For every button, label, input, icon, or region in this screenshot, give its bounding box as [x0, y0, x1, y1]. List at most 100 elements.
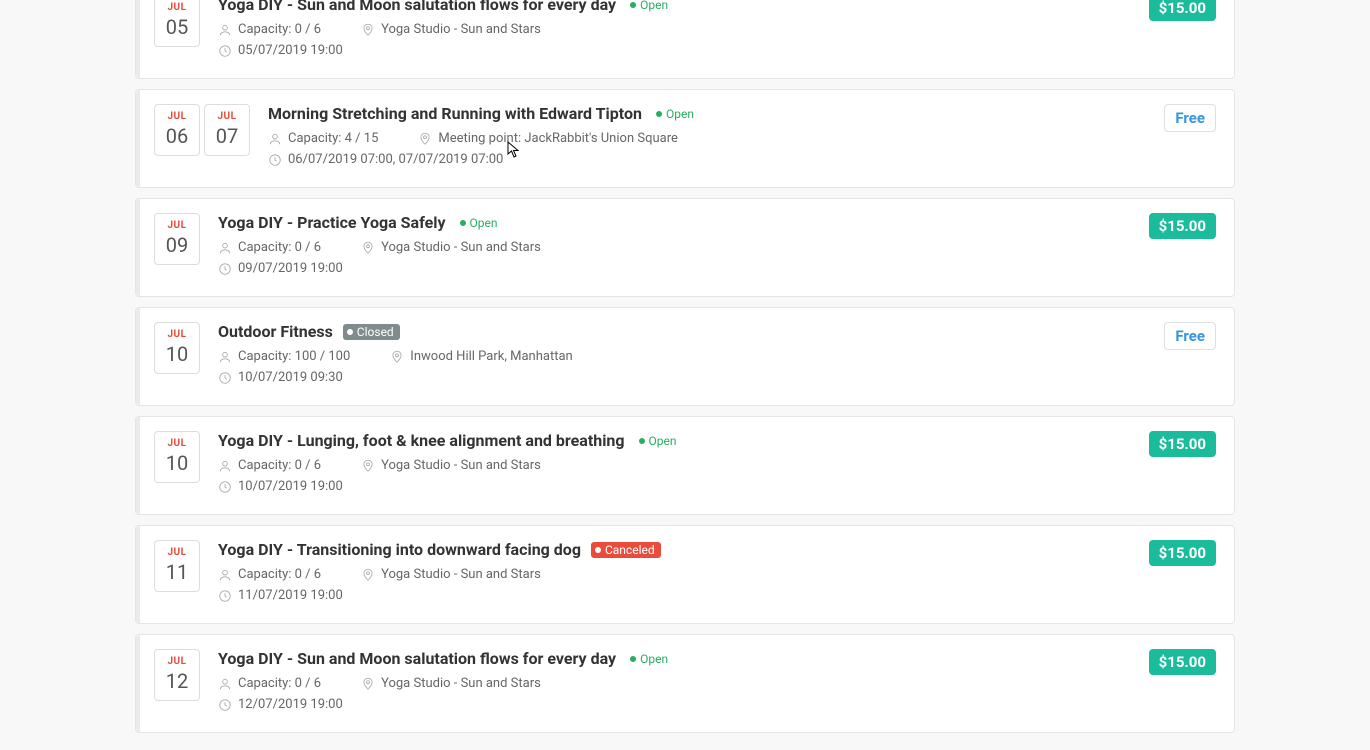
event-title[interactable]: Yoga DIY - Practice Yoga Safely	[218, 213, 446, 232]
event-card[interactable]: JUL12Yoga DIY - Sun and Moon salutation …	[135, 634, 1235, 733]
datetime: 10/07/2019 19:00	[218, 479, 343, 494]
person-icon	[218, 568, 232, 582]
datetime-text: 05/07/2019 19:00	[238, 43, 343, 58]
capacity: Capacity: 0 / 6	[218, 240, 321, 255]
date-month: JUL	[205, 105, 249, 122]
price-column: $15.00	[1149, 0, 1216, 64]
capacity: Capacity: 0 / 6	[218, 22, 321, 37]
date-day: 06	[155, 122, 199, 150]
location-text: Yoga Studio - Sun and Stars	[381, 567, 541, 582]
datetime: 06/07/2019 07:00, 07/07/2019 07:00	[268, 152, 503, 167]
price-column: $15.00	[1149, 431, 1216, 500]
event-title[interactable]: Outdoor Fitness	[218, 322, 333, 341]
event-title[interactable]: Yoga DIY - Sun and Moon salutation flows…	[218, 649, 616, 668]
person-icon	[218, 459, 232, 473]
location-icon	[390, 350, 404, 364]
datetime: 10/07/2019 09:30	[218, 370, 343, 385]
event-title[interactable]: Yoga DIY - Transitioning into downward f…	[218, 540, 581, 559]
person-icon	[218, 350, 232, 364]
event-body: Yoga DIY - Practice Yoga SafelyOpen Capac…	[218, 213, 1149, 282]
capacity: Capacity: 4 / 15	[268, 131, 378, 146]
event-card[interactable]: JUL11 Yoga DIY - Transitioning into downw…	[135, 525, 1235, 624]
date-month: JUL	[155, 323, 199, 340]
title-row: Outdoor Fitness Closed	[218, 322, 1164, 341]
event-card[interactable]: JUL10Outdoor FitnessClosedCapacity: 100 …	[135, 307, 1235, 406]
meta-row: 10/07/2019 09:30	[218, 370, 1164, 385]
event-card[interactable]: JUL05 Yoga DIY - Sun and Moon salutation …	[135, 0, 1235, 79]
meta-row: 09/07/2019 19:00	[218, 261, 1149, 276]
date-column: JUL05	[154, 0, 200, 64]
price-badge[interactable]: $15.00	[1149, 213, 1216, 239]
date-month: JUL	[155, 650, 199, 667]
location-icon	[418, 132, 432, 146]
price-column: $15.00	[1149, 649, 1216, 718]
location-text: Yoga Studio - Sun and Stars	[381, 240, 541, 255]
status-badge: Closed	[343, 324, 400, 340]
title-row: Yoga DIY - Transitioning into downward f…	[218, 540, 1149, 559]
title-row: Morning Stretching and Running with Edwa…	[268, 104, 1164, 123]
status-dot-icon	[595, 547, 601, 553]
person-icon	[218, 241, 232, 255]
clock-icon	[218, 480, 232, 494]
location-text: Meeting point: JackRabbit's Union Square	[438, 131, 677, 146]
date-box: JUL05	[154, 0, 200, 47]
location-icon	[361, 241, 375, 255]
event-body: Yoga DIY - Lunging, foot & knee alignmen…	[218, 431, 1149, 500]
event-card[interactable]: JUL06JUL07Morning Stretching and Running…	[135, 89, 1235, 188]
date-column: JUL09	[154, 213, 200, 282]
title-row: Yoga DIY - Sun and Moon salutation flows…	[218, 0, 1149, 14]
datetime-text: 10/07/2019 09:30	[238, 370, 343, 385]
capacity-text: Capacity: 0 / 6	[238, 240, 321, 255]
event-title[interactable]: Yoga DIY - Sun and Moon salutation flows…	[218, 0, 616, 14]
status-dot-icon	[656, 111, 662, 117]
date-month: JUL	[155, 214, 199, 231]
status-label: Open	[666, 107, 694, 121]
date-month: JUL	[155, 541, 199, 558]
price-badge[interactable]: Free	[1164, 322, 1216, 350]
datetime-text: 12/07/2019 19:00	[238, 697, 343, 712]
date-column: JUL10	[154, 431, 200, 500]
price-column: $15.00	[1149, 213, 1216, 282]
location-text: Yoga Studio - Sun and Stars	[381, 676, 541, 691]
datetime: 05/07/2019 19:00	[218, 43, 343, 58]
meta-row: Capacity: 0 / 6 Yoga Studio - Sun and Sta…	[218, 240, 1149, 255]
event-body: Yoga DIY - Transitioning into downward f…	[218, 540, 1149, 609]
clock-icon	[268, 153, 282, 167]
meta-row: 10/07/2019 19:00	[218, 479, 1149, 494]
event-card[interactable]: JUL10 Yoga DIY - Lunging, foot & knee ali…	[135, 416, 1235, 515]
location: Inwood Hill Park, Manhattan	[390, 349, 572, 364]
date-day: 09	[155, 231, 199, 259]
location: Yoga Studio - Sun and Stars	[361, 22, 541, 37]
date-box: JUL11	[154, 540, 200, 592]
event-title[interactable]: Morning Stretching and Running with Edwa…	[268, 104, 642, 123]
price-badge[interactable]: $15.00	[1149, 540, 1216, 566]
price-badge[interactable]: $15.00	[1149, 431, 1216, 457]
price-column: Free	[1164, 104, 1216, 173]
location: Meeting point: JackRabbit's Union Square	[418, 131, 677, 146]
status-badge: Open	[652, 106, 700, 122]
capacity-text: Capacity: 0 / 6	[238, 567, 321, 582]
meta-row: Capacity: 0 / 6Yoga Studio - Sun and Sta…	[218, 458, 1149, 473]
capacity: Capacity: 0 / 6	[218, 676, 321, 691]
price-badge[interactable]: Free	[1164, 104, 1216, 132]
person-icon	[268, 132, 282, 146]
status-label: Canceled	[605, 543, 655, 557]
title-row: Yoga DIY - Sun and Moon salutation flows…	[218, 649, 1149, 668]
location-text: Yoga Studio - Sun and Stars	[381, 458, 541, 473]
event-title[interactable]: Yoga DIY - Lunging, foot & knee alignmen…	[218, 431, 625, 450]
price-badge[interactable]: $15.00	[1149, 649, 1216, 675]
capacity: Capacity: 0 / 6	[218, 567, 321, 582]
title-row: Yoga DIY - Practice Yoga SafelyOpen	[218, 213, 1149, 232]
event-body: Yoga DIY - Sun and Moon salutation flows…	[218, 0, 1149, 64]
event-list: JUL05 Yoga DIY - Sun and Moon salutation …	[135, 0, 1235, 733]
location: Yoga Studio - Sun and Stars	[361, 567, 541, 582]
location-text: Inwood Hill Park, Manhattan	[410, 349, 572, 364]
capacity-text: Capacity: 0 / 6	[238, 22, 321, 37]
event-card[interactable]: JUL09 Yoga DIY - Practice Yoga SafelyOpen…	[135, 198, 1235, 297]
meta-row: 12/07/2019 19:00	[218, 697, 1149, 712]
price-badge[interactable]: $15.00	[1149, 0, 1216, 21]
datetime-text: 06/07/2019 07:00, 07/07/2019 07:00	[288, 152, 503, 167]
date-month: JUL	[155, 0, 199, 13]
capacity-text: Capacity: 0 / 6	[238, 676, 321, 691]
status-badge: Open	[635, 433, 683, 449]
